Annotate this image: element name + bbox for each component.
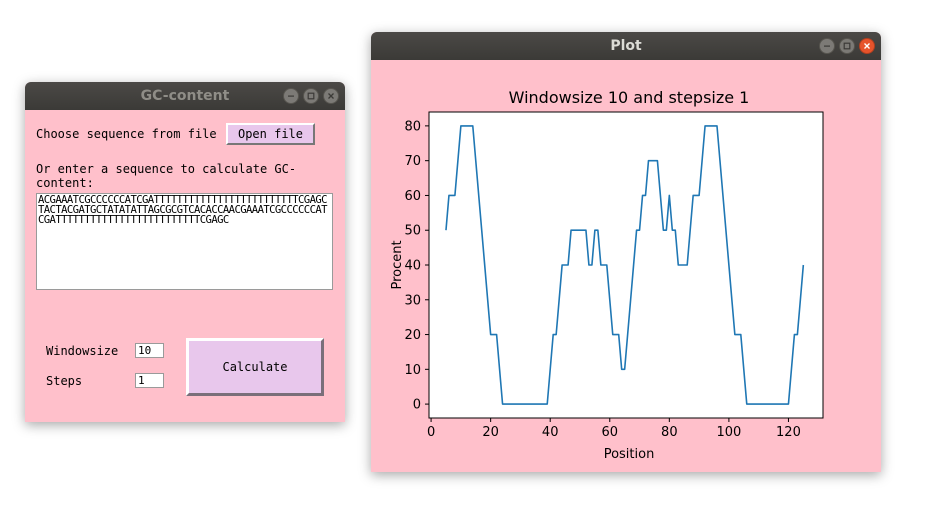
y-axis-label: Procent — [390, 240, 405, 289]
maximize-icon[interactable] — [303, 88, 319, 104]
plot-titlebar[interactable]: Plot — [371, 32, 881, 60]
y-tick-label: 10 — [404, 363, 421, 378]
gc-titlebar[interactable]: GC-content — [25, 82, 345, 110]
maximize-icon[interactable] — [839, 38, 855, 54]
y-tick-label: 0 — [413, 398, 421, 413]
y-tick-label: 80 — [404, 119, 421, 134]
x-tick-label: 60 — [601, 425, 618, 440]
y-tick-label: 60 — [404, 189, 421, 204]
y-tick-label: 70 — [404, 154, 421, 169]
windowsize-label: Windowsize — [46, 344, 119, 358]
enter-sequence-label: Or enter a sequence to calculate GC-cont… — [36, 162, 297, 190]
plot-window: Plot Windowsize 10 and stepsize 1 0 20 40 6… — [371, 32, 881, 472]
gc-content-plot: Windowsize 10 and stepsize 1 0 20 40 60 80 10… — [390, 88, 824, 462]
chart-title: Windowsize 10 and stepsize 1 — [509, 88, 750, 107]
windowsize-input[interactable]: 10 — [135, 343, 164, 358]
open-file-button[interactable]: Open file — [226, 123, 315, 145]
y-tick-label: 30 — [404, 293, 421, 308]
close-icon[interactable] — [323, 88, 339, 104]
y-tick-label: 50 — [404, 224, 421, 239]
x-tick-label: 20 — [482, 425, 499, 440]
x-tick-label: 40 — [542, 425, 559, 440]
minimize-icon[interactable] — [283, 88, 299, 104]
close-icon[interactable] — [859, 38, 875, 54]
minimize-icon[interactable] — [819, 38, 835, 54]
gc-window-title: GC-content — [140, 88, 230, 104]
plot-window-title: Plot — [610, 38, 642, 54]
y-tick-label: 20 — [404, 328, 421, 343]
steps-label: Steps — [46, 374, 83, 388]
x-tick-label: 120 — [776, 425, 801, 440]
gc-content-window: GC-content Choose sequence from file Ope… — [25, 82, 345, 422]
x-tick-label: 100 — [716, 425, 741, 440]
sequence-textarea[interactable]: ACGAAATCGCCCCCCATCGATTTTTTTTTTTTTTTTTTTT… — [36, 193, 333, 290]
calculate-button[interactable]: Calculate — [186, 338, 324, 396]
y-tick-label: 40 — [404, 259, 421, 274]
x-tick-label: 80 — [661, 425, 678, 440]
x-axis-label: Position — [604, 447, 655, 462]
choose-sequence-label: Choose sequence from file — [36, 127, 217, 141]
x-tick-label: 0 — [427, 425, 435, 440]
steps-input[interactable]: 1 — [135, 373, 164, 388]
plot-area — [428, 111, 824, 419]
